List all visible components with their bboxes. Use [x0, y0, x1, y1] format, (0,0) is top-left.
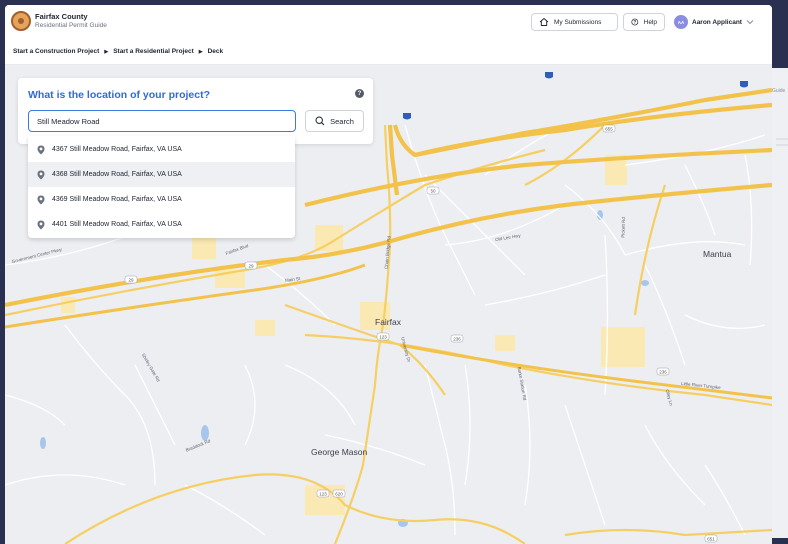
- search-icon: [315, 116, 325, 126]
- info-icon[interactable]: ?: [355, 89, 364, 98]
- suggestion-text: 4367 Still Meadow Road, Fairfax, VA USA: [52, 146, 182, 153]
- map-pin-icon: [37, 220, 45, 229]
- help-icon: [631, 18, 639, 26]
- map-pin-icon: [37, 195, 45, 204]
- suggestion-item[interactable]: 4368 Still Meadow Road, Fairfax, VA USA: [28, 162, 295, 187]
- svg-text:620: 620: [335, 492, 343, 497]
- search-button[interactable]: Search: [305, 110, 364, 132]
- background-card-line: [776, 144, 788, 146]
- suggestion-item[interactable]: 4401 Still Meadow Road, Fairfax, VA USA: [28, 212, 295, 237]
- breadcrumb-item[interactable]: Start a Construction Project: [13, 48, 99, 55]
- suggestion-item[interactable]: 4367 Still Meadow Road, Fairfax, VA USA: [28, 137, 295, 162]
- my-submissions-button[interactable]: My Submissions: [531, 13, 618, 31]
- suggestion-item[interactable]: 4369 Still Meadow Road, Fairfax, VA USA: [28, 187, 295, 212]
- org-name: Fairfax County: [35, 12, 88, 21]
- place-label: Fairfax: [375, 317, 401, 327]
- place-label: Mantua: [703, 249, 732, 259]
- my-submissions-label: My Submissions: [554, 18, 602, 26]
- avatar: AA: [674, 15, 688, 29]
- help-label: Help: [643, 18, 657, 26]
- map-pin-icon: [37, 170, 45, 179]
- breadcrumb-item[interactable]: Start a Residential Project: [113, 48, 194, 55]
- address-suggestions: 4367 Still Meadow Road, Fairfax, VA USA …: [28, 136, 295, 238]
- water-features: [40, 210, 649, 527]
- svg-text:29: 29: [128, 278, 134, 283]
- svg-text:123: 123: [319, 492, 327, 497]
- svg-text:236: 236: [453, 337, 461, 342]
- svg-text:651: 651: [707, 537, 715, 542]
- svg-text:123: 123: [379, 335, 387, 340]
- suggestion-text: 4368 Still Meadow Road, Fairfax, VA USA: [52, 171, 182, 178]
- map-pin-icon: [37, 145, 45, 154]
- home-icon: [539, 17, 549, 26]
- suggestion-text: 4369 Still Meadow Road, Fairfax, VA USA: [52, 196, 182, 203]
- location-question: What is the location of your project?: [28, 89, 211, 101]
- top-bar: Fairfax County Residential Permit Guide …: [5, 5, 772, 40]
- svg-text:50: 50: [430, 189, 436, 194]
- location-search-panel: What is the location of your project? ? …: [18, 78, 373, 144]
- app-window: Fairfax County Residential Permit Guide …: [5, 5, 772, 544]
- breadcrumb: Start a Construction Project ▶ Start a R…: [5, 39, 772, 65]
- breadcrumb-separator-icon: ▶: [104, 48, 109, 55]
- suggestion-text: 4401 Still Meadow Road, Fairfax, VA USA: [52, 221, 182, 228]
- background-card-text: Guide: [772, 88, 786, 94]
- breadcrumb-separator-icon: ▶: [198, 48, 203, 55]
- svg-text:236: 236: [659, 370, 667, 375]
- help-button[interactable]: Help: [623, 13, 665, 31]
- location-search-input[interactable]: [28, 110, 296, 132]
- svg-text:655: 655: [605, 127, 613, 132]
- county-seal-logo[interactable]: [11, 11, 31, 31]
- search-button-label: Search: [330, 116, 354, 126]
- svg-text:29: 29: [248, 264, 254, 269]
- user-name: Aaron Applicant: [692, 18, 742, 26]
- user-menu[interactable]: AA Aaron Applicant: [674, 14, 754, 30]
- background-card-line: [776, 138, 788, 140]
- place-label: George Mason: [311, 447, 368, 457]
- chevron-down-icon: [746, 20, 754, 25]
- road-label: Pickett Rd: [620, 217, 627, 238]
- breadcrumb-item: Deck: [207, 48, 224, 55]
- app-name: Residential Permit Guide: [35, 22, 107, 29]
